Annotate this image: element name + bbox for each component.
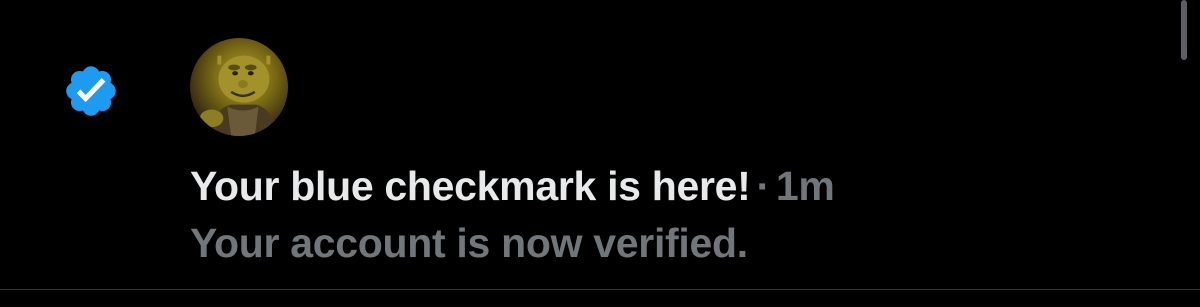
divider <box>0 289 1200 290</box>
notification-title: Your blue checkmark is here! <box>190 163 751 209</box>
verified-badge-icon <box>62 62 120 120</box>
notification-item[interactable]: Your blue checkmark is here! · 1m Your acc… <box>0 0 1200 290</box>
notification-body: Your account is now verified. <box>190 220 748 266</box>
notification-title-line: Your blue checkmark is here! · 1m <box>190 162 835 210</box>
scrollbar-thumb[interactable] <box>1181 0 1187 60</box>
timestamp: 1m <box>775 163 835 209</box>
separator-dot: · <box>756 163 771 209</box>
avatar-image <box>199 55 279 136</box>
user-avatar[interactable] <box>190 38 288 136</box>
